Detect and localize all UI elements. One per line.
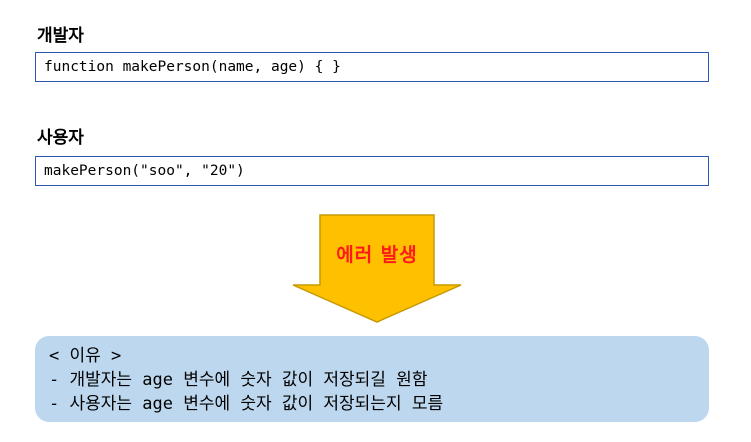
user-label: 사용자 xyxy=(37,128,84,148)
reason-title: < 이유 > xyxy=(49,346,122,366)
developer-code-box: function makePerson(name, age) { } xyxy=(35,52,709,82)
reason-line-user: - 사용자는 age 변수에 숫자 값이 저장되는지 모름 xyxy=(49,394,444,414)
reason-line-developer: - 개발자는 age 변수에 숫자 값이 저장되길 원함 xyxy=(49,370,428,390)
down-arrow-icon xyxy=(292,214,462,323)
down-arrow-shape xyxy=(292,214,462,323)
user-code-box: makePerson("soo", "20") xyxy=(35,156,709,186)
error-label: 에러 발생 xyxy=(336,244,418,266)
reason-box: < 이유 > - 개발자는 age 변수에 숫자 값이 저장되길 원함 - 사용… xyxy=(35,336,709,422)
developer-label: 개발자 xyxy=(37,26,84,46)
